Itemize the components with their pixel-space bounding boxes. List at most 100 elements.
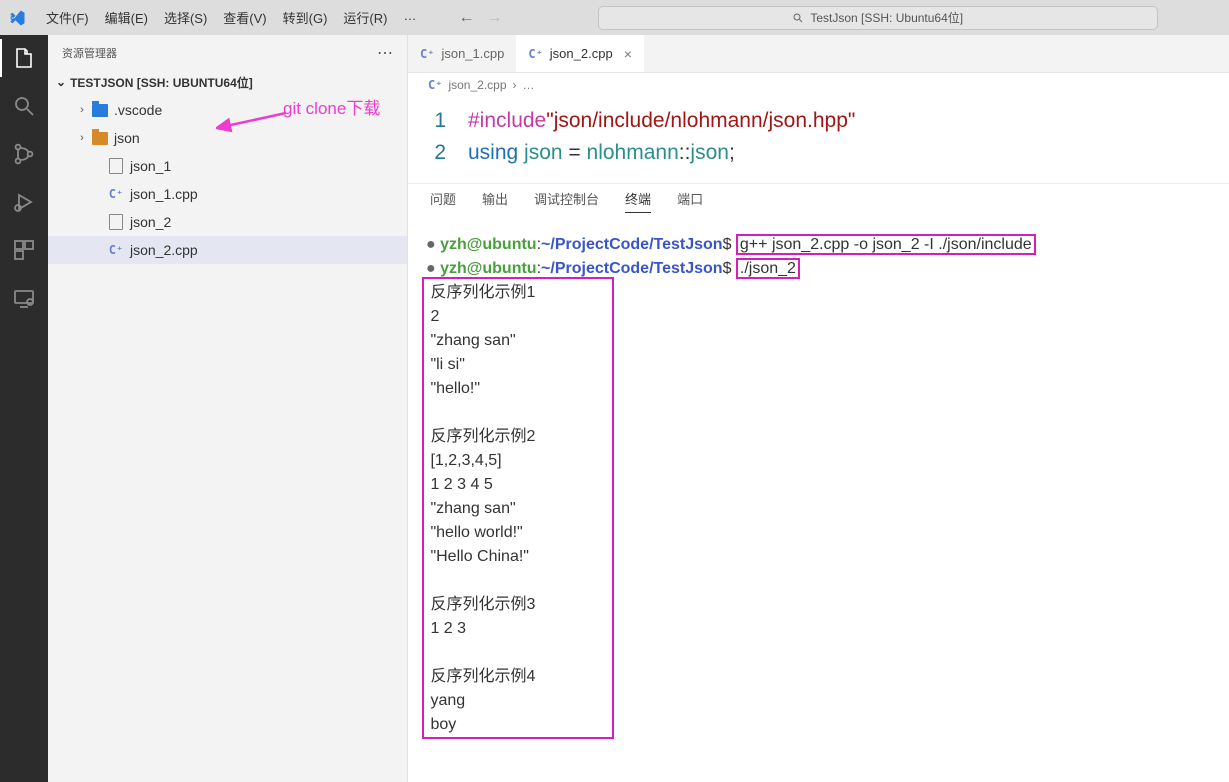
editor-tab[interactable]: C⁺ json_1.cpp [408, 35, 516, 72]
close-icon[interactable]: × [624, 46, 632, 62]
terminal-output-line: 1 2 3 [426, 617, 1229, 641]
terminal-output-line: boy [426, 713, 1229, 737]
terminal-output-line: 反序列化示例4 [426, 665, 1229, 689]
source-control-icon[interactable] [11, 141, 37, 167]
terminal-output-line: "hello!" [426, 377, 1229, 401]
breadcrumb-file: json_2.cpp [448, 78, 506, 92]
breadcrumb-more: … [523, 78, 535, 92]
terminal-output-line: "zhang san" [426, 497, 1229, 521]
terminal-output-line [426, 641, 1229, 665]
tree-folder[interactable]: › .vscode [48, 96, 407, 124]
terminal-output-line: yang [426, 689, 1229, 713]
terminal-line: ● yzh@ubuntu:~/ProjectCode/TestJson$ g++… [426, 233, 1229, 257]
breadcrumb[interactable]: C⁺ json_2.cpp › … [408, 73, 1229, 97]
tree-file[interactable]: json_2 [48, 208, 407, 236]
tree-item-label: json_2.cpp [130, 242, 198, 258]
cpp-file-icon: C⁺ [106, 243, 126, 257]
explorer-icon[interactable] [11, 45, 37, 71]
panel-tabs: 问题 输出 调试控制台 终端 端口 [408, 183, 1229, 217]
remote-explorer-icon[interactable] [11, 285, 37, 311]
nav-arrows: ← → [458, 9, 502, 27]
editor-area: C⁺ json_1.cpp C⁺ json_2.cpp × C⁺ json_2.cpp … [408, 35, 1229, 782]
terminal-output-line: "li si" [426, 353, 1229, 377]
terminal-output-line [426, 569, 1229, 593]
menu-item[interactable]: 选择(S) [156, 4, 215, 31]
line-number: 1 [408, 105, 468, 137]
panel-tab[interactable]: 问题 [430, 189, 456, 212]
search-ab-icon[interactable] [11, 93, 37, 119]
tree-file[interactable]: json_1 [48, 152, 407, 180]
search-label: TestJson [SSH: Ubuntu64位] [810, 9, 963, 26]
run-debug-icon[interactable] [11, 189, 37, 215]
tab-label: json_1.cpp [441, 46, 504, 61]
terminal-output-line [426, 401, 1229, 425]
code-content: using json = nlohmann::json; [468, 137, 735, 169]
menu-item[interactable]: 文件(F) [38, 4, 97, 31]
menu-item[interactable]: 运行(R) [335, 4, 395, 31]
project-root[interactable]: ⌄ TESTJSON [SSH: UBUNTU64位] [48, 70, 407, 94]
tree-folder[interactable]: › json [48, 124, 407, 152]
editor-tab[interactable]: C⁺ json_2.cpp × [516, 35, 644, 72]
code-line: 1#include"json/include/nlohmann/json.hpp… [408, 105, 1229, 137]
terminal-output-line: 反序列化示例1 [426, 281, 1229, 305]
search-icon [792, 12, 804, 24]
sidebar-explorer: 资源管理器 ⋯ ⌄ TESTJSON [SSH: UBUNTU64位] git … [48, 35, 408, 782]
terminal-panel[interactable]: ● yzh@ubuntu:~/ProjectCode/TestJson$ g++… [408, 217, 1229, 737]
activity-bar [0, 35, 48, 782]
chevron-right-icon: › [513, 78, 517, 92]
terminal-output-line: "zhang san" [426, 329, 1229, 353]
code-editor[interactable]: 1#include"json/include/nlohmann/json.hpp… [408, 97, 1229, 183]
tree-item-label: json [114, 130, 140, 146]
terminal-command: g++ json_2.cpp -o json_2 -I ./json/inclu… [736, 234, 1036, 255]
chevron-right-icon: › [74, 132, 90, 144]
terminal-output-line: 2 [426, 305, 1229, 329]
panel-tab[interactable]: 调试控制台 [534, 189, 599, 212]
vscode-logo-icon [8, 9, 26, 27]
tab-label: json_2.cpp [550, 46, 613, 61]
tree-item-label: .vscode [114, 102, 162, 118]
sidebar-more-icon[interactable]: ⋯ [377, 43, 393, 63]
folder-vscode-icon [90, 104, 110, 117]
menu-item[interactable]: … [395, 4, 424, 31]
terminal-output-line: [1,2,3,4,5] [426, 449, 1229, 473]
folder-json-icon [90, 132, 110, 145]
extensions-icon[interactable] [11, 237, 37, 263]
nav-forward-icon[interactable]: → [486, 9, 502, 27]
cpp-badge-icon: C⁺ [420, 47, 434, 61]
chevron-right-icon: › [74, 104, 90, 116]
file-tree: git clone下载 ›.vscode›jsonjson_1C⁺json_1.… [48, 94, 407, 264]
cpp-badge-icon: C⁺ [528, 47, 542, 61]
terminal-command: ./json_2 [736, 258, 800, 279]
terminal-line: ● yzh@ubuntu:~/ProjectCode/TestJson$ ./j… [426, 257, 1229, 281]
chevron-down-icon: ⌄ [56, 75, 66, 89]
editor-tabs: C⁺ json_1.cpp C⁺ json_2.cpp × [408, 35, 1229, 73]
terminal-output-line: "hello world!" [426, 521, 1229, 545]
file-icon [106, 158, 126, 174]
terminal-output-line: "Hello China!" [426, 545, 1229, 569]
tree-item-label: json_2 [130, 214, 171, 230]
cpp-badge-icon: C⁺ [428, 78, 442, 92]
tree-item-label: json_1 [130, 158, 171, 174]
nav-back-icon[interactable]: ← [458, 9, 474, 27]
panel-tab[interactable]: 端口 [677, 189, 703, 212]
menu-item[interactable]: 编辑(E) [97, 4, 156, 31]
terminal-output-line: 1 2 3 4 5 [426, 473, 1229, 497]
file-icon [106, 214, 126, 230]
project-name: TESTJSON [SSH: UBUNTU64位] [70, 74, 253, 91]
code-content: #include"json/include/nlohmann/json.hpp" [468, 105, 855, 137]
tree-file[interactable]: C⁺ json_2.cpp [48, 236, 407, 264]
titlebar: 文件(F)编辑(E)选择(S)查看(V)转到(G)运行(R)… ← → Test… [0, 0, 1229, 35]
menu-bar: 文件(F)编辑(E)选择(S)查看(V)转到(G)运行(R)… [38, 4, 424, 31]
command-center-search[interactable]: TestJson [SSH: Ubuntu64位] [598, 6, 1158, 30]
tree-item-label: json_1.cpp [130, 186, 198, 202]
terminal-output-line: 反序列化示例3 [426, 593, 1229, 617]
line-number: 2 [408, 137, 468, 169]
panel-tab[interactable]: 输出 [482, 189, 508, 212]
cpp-file-icon: C⁺ [106, 187, 126, 201]
panel-tab[interactable]: 终端 [625, 189, 651, 213]
code-line: 2using json = nlohmann::json; [408, 137, 1229, 169]
tree-file[interactable]: C⁺ json_1.cpp [48, 180, 407, 208]
terminal-output-line: 反序列化示例2 [426, 425, 1229, 449]
menu-item[interactable]: 转到(G) [275, 4, 336, 31]
menu-item[interactable]: 查看(V) [215, 4, 274, 31]
